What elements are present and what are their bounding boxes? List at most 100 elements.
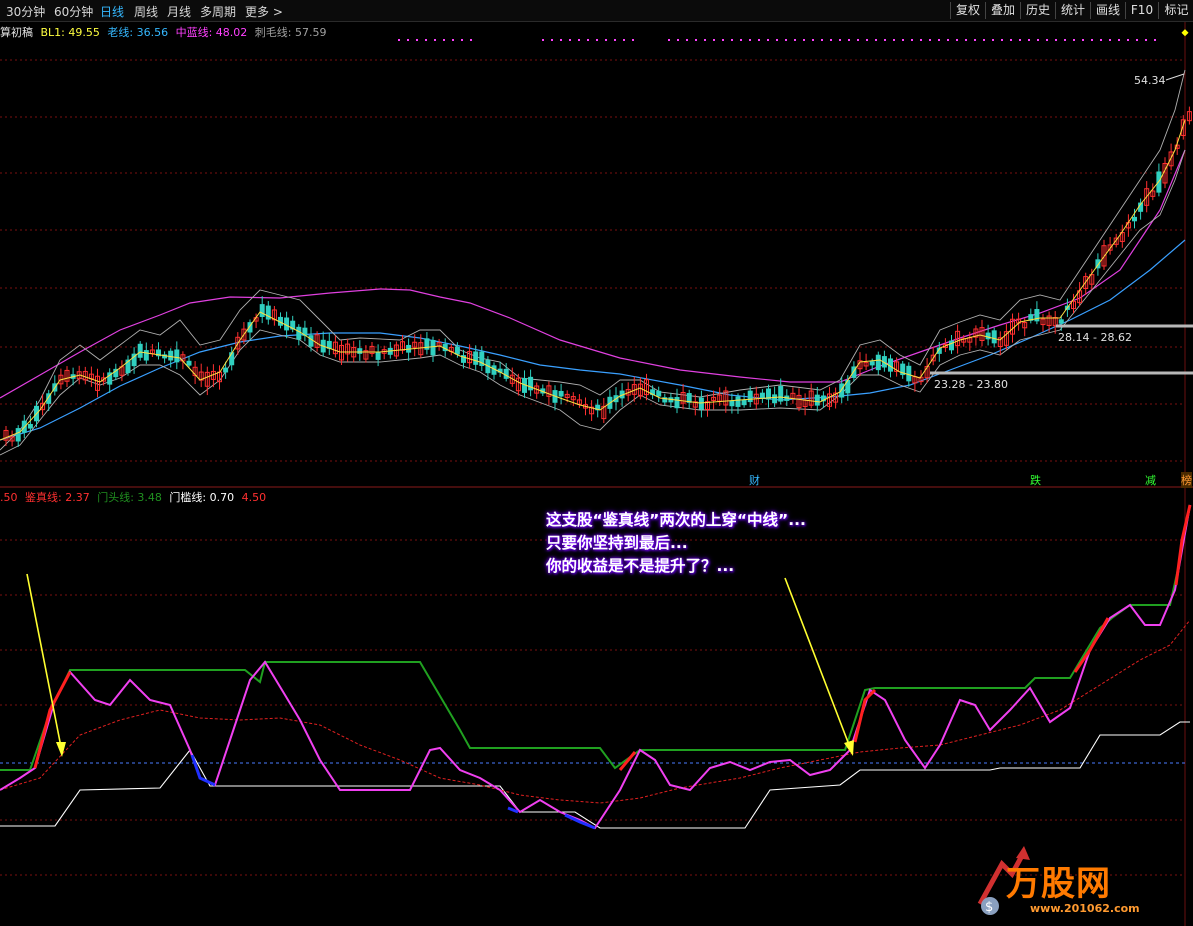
high-arrow — [1165, 73, 1185, 81]
diamond-marker — [461, 39, 463, 41]
diamond-marker — [623, 39, 625, 41]
annotation-line-2: 只要你坚持到最后... — [546, 534, 688, 552]
diamond-marker — [1154, 39, 1156, 41]
event-marker-finance[interactable]: 财 — [749, 472, 760, 488]
diamond-marker — [596, 39, 598, 41]
diamond-marker — [731, 39, 733, 41]
diamond-marker — [875, 39, 877, 41]
diamond-marker — [722, 39, 724, 41]
candle-body — [137, 343, 143, 358]
diamond-marker — [1181, 29, 1189, 37]
diamond-marker — [569, 39, 571, 41]
svg-text:$: $ — [985, 900, 993, 915]
range-label-lower: 23.28 - 23.80 — [934, 378, 1008, 391]
legend-threshold-value: 0.70 — [209, 491, 235, 504]
diamond-marker — [1055, 39, 1057, 41]
candle-body — [284, 317, 290, 331]
candle-body — [729, 400, 735, 407]
diamond-marker — [1109, 39, 1111, 41]
diamond-marker — [677, 39, 679, 41]
threshold-line — [0, 721, 1190, 829]
annotation-line-1: 这支股“鉴真线”两次的上穿“中线”... — [546, 511, 806, 529]
jianzhen-red-segment — [618, 751, 637, 771]
annotation-text: 这支股“鉴真线”两次的上穿“中线”... 只要你坚持到最后... 你的收益是不是… — [546, 509, 806, 578]
candle-body — [906, 365, 912, 382]
event-marker-reduce[interactable]: 减 — [1145, 472, 1156, 488]
diamond-marker — [893, 39, 895, 41]
diamond-marker — [758, 39, 760, 41]
diamond-marker — [686, 39, 688, 41]
candle-body — [674, 396, 680, 409]
bl1-line — [0, 119, 1186, 441]
diamond-marker — [1100, 39, 1102, 41]
candle-body — [991, 330, 997, 344]
candle-body — [27, 423, 33, 429]
diamond-marker — [1145, 39, 1147, 41]
diamond-marker — [794, 39, 796, 41]
diamond-marker — [1127, 39, 1129, 41]
high-price-label: 54.34 — [1134, 74, 1166, 87]
candle-body — [308, 335, 314, 347]
spike-lower-line — [0, 149, 1186, 456]
diamond-marker — [947, 39, 949, 41]
diamond-marker — [857, 39, 859, 41]
diamond-marker — [587, 39, 589, 41]
candle-body — [168, 350, 174, 361]
candle-body — [296, 326, 302, 340]
candle-body — [174, 349, 180, 363]
diamond-marker — [695, 39, 697, 41]
legend-door-head-value: 3.48 — [137, 491, 162, 504]
watermark-url: www.201062.com — [1030, 902, 1140, 915]
candle-body — [259, 304, 265, 317]
event-marker-rank[interactable]: 榜 — [1181, 472, 1192, 488]
diamond-marker — [551, 39, 553, 41]
diamond-marker — [803, 39, 805, 41]
diamond-marker — [1082, 39, 1084, 41]
diamond-marker — [839, 39, 841, 41]
candle-body — [1132, 216, 1137, 222]
diamond-marker — [911, 39, 913, 41]
candle-body — [558, 390, 564, 397]
diamond-marker — [1028, 39, 1030, 41]
diamond-marker — [767, 39, 769, 41]
diamond-marker — [812, 39, 814, 41]
diamond-marker — [848, 39, 850, 41]
diamond-marker — [965, 39, 967, 41]
diamond-marker — [1019, 39, 1021, 41]
top-diamond-markers — [398, 29, 1189, 41]
diamond-marker — [578, 39, 580, 41]
watermark-logo: $ 万股网 www.201062.com — [972, 844, 1172, 924]
diamond-marker — [1073, 39, 1075, 41]
candle-body — [15, 428, 21, 442]
candle-body — [698, 397, 704, 410]
diamond-marker — [938, 39, 940, 41]
candle-body — [759, 392, 765, 399]
diamond-marker — [668, 39, 670, 41]
diamond-marker — [713, 39, 715, 41]
sub-legend: .50 鉴真线: 2.37 门头线: 3.48 门槛线: 0.70 4.50 — [0, 489, 266, 505]
diamond-marker — [605, 39, 607, 41]
candle-body — [326, 340, 332, 349]
jianzhen-red-segment — [853, 688, 877, 743]
diamond-marker — [776, 39, 778, 41]
event-marker-drop[interactable]: 跌 — [1030, 472, 1041, 488]
candle-body — [223, 367, 229, 373]
candle-body — [229, 352, 235, 366]
candle-body — [985, 332, 991, 340]
sub-legend-value-4: 4.50 — [241, 491, 267, 504]
main-grid — [0, 59, 1185, 462]
diamond-marker — [1037, 39, 1039, 41]
candle-body — [869, 361, 875, 366]
candle-body — [143, 350, 149, 361]
old-line — [0, 239, 1186, 441]
range-label-upper: 28.14 - 28.62 — [1058, 331, 1132, 344]
candle-body — [430, 339, 436, 356]
sub-legend-value-0: .50 — [0, 491, 18, 504]
diamond-marker — [956, 39, 958, 41]
diamond-marker — [1010, 39, 1012, 41]
candlesticks — [3, 106, 1192, 447]
candle-body — [814, 394, 820, 406]
diamond-marker — [398, 39, 400, 41]
diamond-marker — [542, 39, 544, 41]
diamond-marker — [416, 39, 418, 41]
